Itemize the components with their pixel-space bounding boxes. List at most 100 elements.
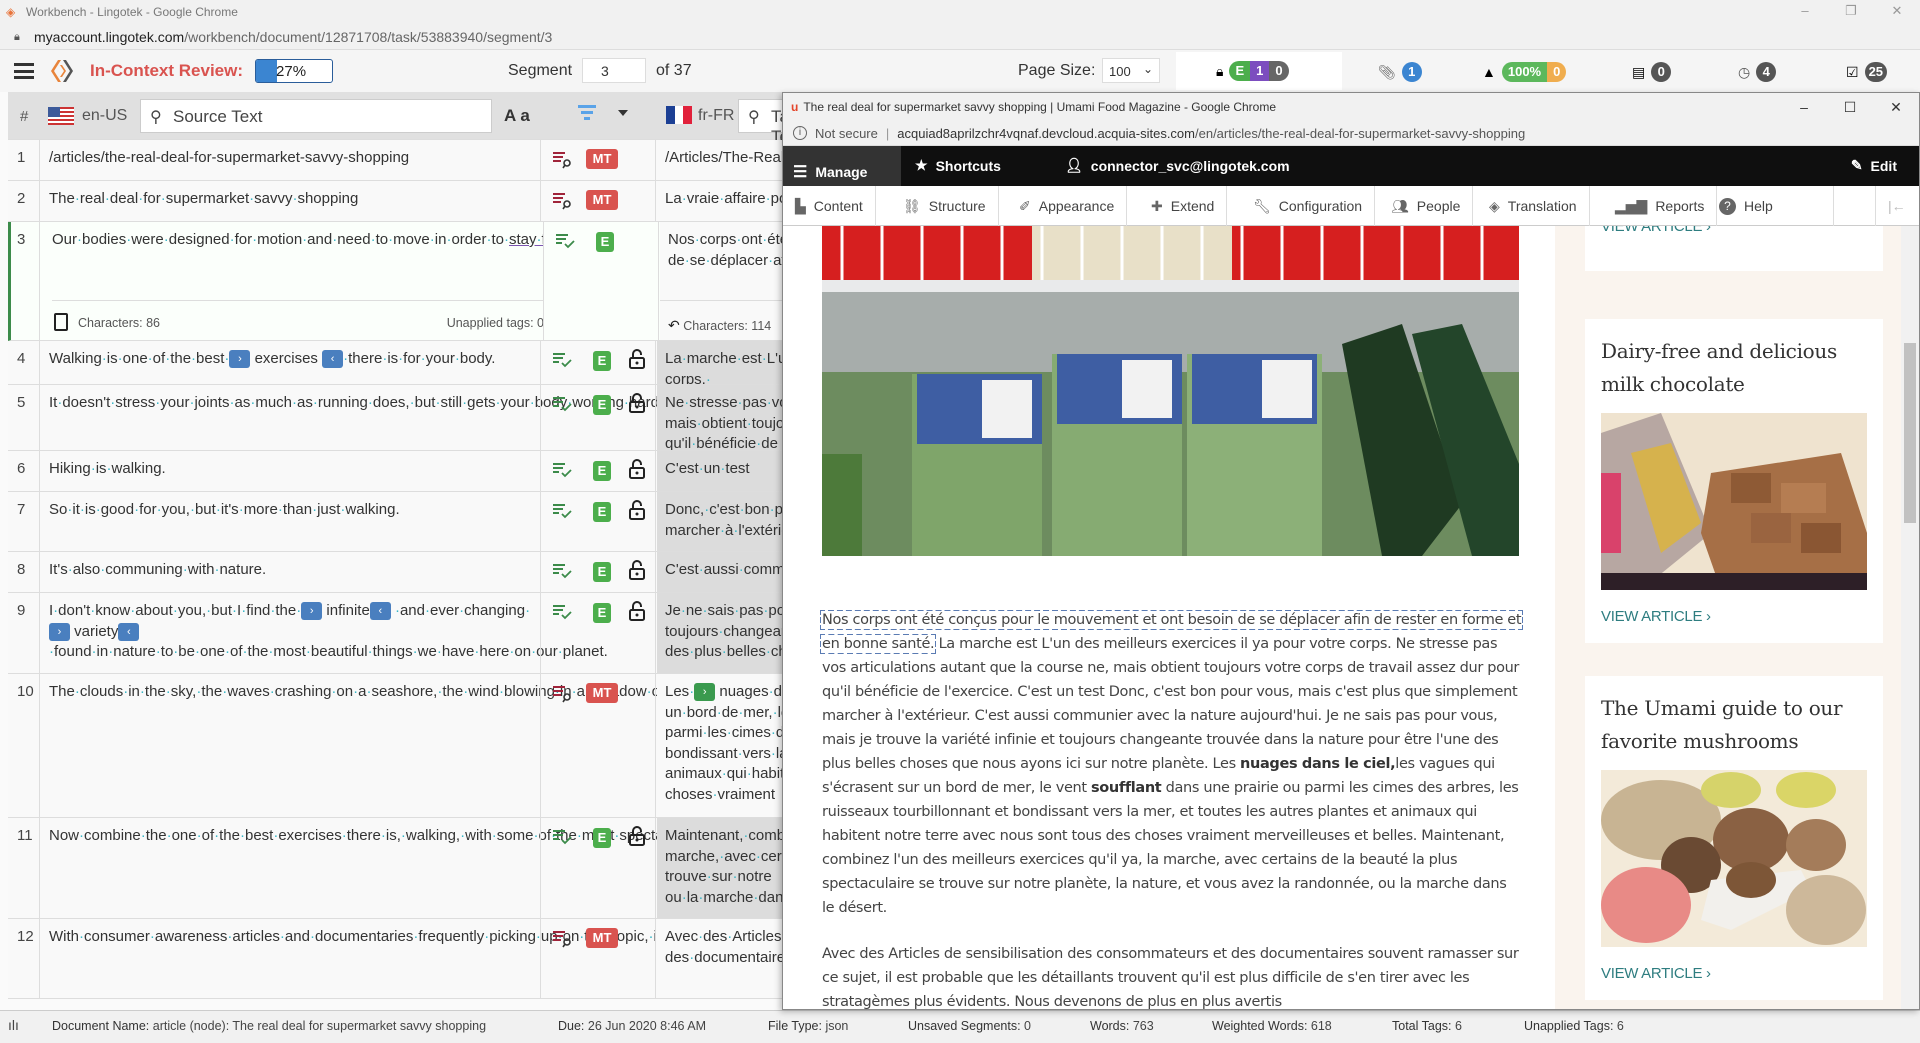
mt-review-icon[interactable] <box>553 929 573 949</box>
lock-icon[interactable] <box>629 826 645 846</box>
open-tag-icon[interactable]: › <box>301 602 323 621</box>
source-text[interactable]: The·clouds·in·the·sky,·the·waves·crashin… <box>49 682 782 703</box>
card-title[interactable]: The Umami guide to our favorite mushroom… <box>1585 676 1883 758</box>
qa-stat[interactable]: ▲ 100% 0 <box>1482 62 1567 82</box>
target-text[interactable]: C'est·un·test <box>657 451 782 491</box>
table-row[interactable]: 5 It·doesn't·stress·your·joints·as·much·… <box>8 385 782 451</box>
target-text[interactable]: Avec·des·Articles·dedes·documentaires <box>657 919 782 998</box>
filter-dropdown-caret-icon[interactable] <box>618 110 628 116</box>
preview-maximize-button[interactable]: ☐ <box>1827 93 1873 121</box>
source-text[interactable]: With·consumer·awareness·articles·and·doc… <box>49 927 782 948</box>
scrollbar-thumb[interactable] <box>1904 343 1916 523</box>
manage-button[interactable]: ☰ Manage <box>783 146 901 186</box>
address-bar[interactable]: 🔒︎ myaccount.lingotek.com/workbench/docu… <box>0 24 1920 50</box>
tasks-stat[interactable]: ☑ 25 <box>1846 62 1888 82</box>
source-search-input[interactable]: ⚲ Source Text <box>140 99 492 133</box>
table-row[interactable]: 2 The·real·deal·for·supermarket·savvy·sh… <box>8 181 782 222</box>
source-text[interactable]: It·doesn't·stress·your·joints·as·much·as… <box>49 393 782 414</box>
target-text[interactable]: Donc,·c'est·bon·pour marcher·à·l'extérieu… <box>657 492 782 551</box>
table-row[interactable]: 9 I·don't·know·about·you,·but·I·find·the… <box>8 593 782 674</box>
reviewed-check-icon[interactable] <box>553 502 573 522</box>
lock-icon[interactable] <box>629 393 645 413</box>
table-row[interactable]: 10 The·clouds·in·the·sky,·the·waves·cras… <box>8 674 782 818</box>
target-text[interactable]: Maintenant,·combinez marche,·avec·certain… <box>657 818 782 918</box>
tray-structure[interactable]: ⛓︎ Structure <box>891 186 999 226</box>
table-row[interactable]: 6 Hiking·is·walking. E C'est·un·test <box>8 451 782 492</box>
mt-review-icon[interactable] <box>553 150 573 170</box>
tray-content[interactable]: ▙ Content <box>783 186 876 226</box>
source-text[interactable]: Walking·is·one·of·the·best· › exercises ‹… <box>49 349 541 370</box>
attachments-stat[interactable]: 📎︎ 1 <box>1378 62 1422 82</box>
tray-extend[interactable]: ✚ Extend <box>1139 186 1228 226</box>
source-text[interactable]: So·it·is·good·for·you,·but·it's·more·tha… <box>49 500 541 521</box>
target-text[interactable]: Les·› nuages·dans un·bord·de·mer,·le parmi… <box>657 674 782 817</box>
mt-review-icon[interactable] <box>553 684 573 704</box>
mushrooms-image[interactable] <box>1601 770 1867 947</box>
reviewed-check-icon[interactable] <box>553 562 573 582</box>
page-size-select[interactable]: 100 ⌄ <box>1102 58 1160 83</box>
history-stat[interactable]: ◷ 4 <box>1738 62 1777 82</box>
reviewed-check-icon[interactable] <box>556 232 576 252</box>
preview-close-button[interactable]: ✕ <box>1873 93 1919 121</box>
shortcuts-button[interactable]: ★ Shortcuts <box>915 157 1001 174</box>
tray-configuration[interactable]: 🔧︎ Configuration <box>1241 186 1376 226</box>
user-button[interactable]: 👤︎ connector_svc@lingotek.com <box>1065 157 1290 174</box>
source-text[interactable]: Our·bodies·were·designed·for·motion·and·… <box>52 230 640 251</box>
open-tag-icon[interactable]: › <box>694 683 716 702</box>
table-row[interactable]: 11 Now·combine·the·one·of·the·best·exerc… <box>8 818 782 919</box>
view-article-link[interactable]: VIEW ARTICLE › <box>1585 947 1883 1000</box>
edit-button[interactable]: ✎ Edit <box>1851 157 1897 174</box>
lock-icon[interactable] <box>629 560 645 580</box>
table-row[interactable]: 4 Walking·is·one·of·the·best· › exercises… <box>8 341 782 385</box>
reviewed-check-icon[interactable] <box>553 351 573 371</box>
target-text[interactable]: La·marche·est·L'un corps.· <box>657 341 782 384</box>
open-tag-icon[interactable]: › <box>229 350 251 369</box>
source-text[interactable]: Hiking·is·walking. <box>49 459 541 480</box>
filter-icon[interactable] <box>578 105 596 121</box>
table-row[interactable]: 7 So·it·is·good·for·you,·but·it's·more·t… <box>8 492 782 552</box>
target-text[interactable]: Ne·stresse·pas·vos mais·obtient·toujours q… <box>657 385 782 450</box>
tray-orientation-toggle[interactable]: |← <box>1875 186 1918 226</box>
target-text[interactable]: La·vraie·affaire·pour <box>657 181 782 221</box>
undo-icon[interactable]: ↶ <box>668 317 680 333</box>
lock-stats[interactable]: 🔒︎ E10 <box>1176 52 1342 90</box>
reviewed-check-icon[interactable] <box>553 828 573 848</box>
target-text[interactable]: Nos·corps·ont·été de·se·déplacer·afin ↶ C… <box>660 222 782 340</box>
reviewed-check-icon[interactable] <box>553 603 573 623</box>
close-window-button[interactable]: ✕ <box>1874 0 1920 24</box>
view-article-link[interactable]: VIEW ARTICLE › <box>1585 590 1883 643</box>
view-article-link[interactable]: VIEW ARTICLE › <box>1585 226 1883 253</box>
preview-scrollbar[interactable] <box>1901 226 1919 1009</box>
lock-icon[interactable] <box>629 500 645 520</box>
tray-people[interactable]: 👥︎ People <box>1379 186 1474 226</box>
table-row-active[interactable]: 3 Our·bodies·were·designed·for·motion·an… <box>8 222 782 341</box>
match-case-toggle[interactable]: A a <box>504 106 530 126</box>
reviewed-check-icon[interactable] <box>553 461 573 481</box>
copy-source-icon[interactable] <box>54 313 68 331</box>
target-text[interactable]: Je·ne·sais·pas·pour toujours·changeante de… <box>657 593 782 673</box>
lock-icon[interactable] <box>629 601 645 621</box>
tray-appearance[interactable]: ✐ Appearance <box>1007 186 1128 226</box>
comments-stat[interactable]: ▤ 0 <box>1632 62 1672 82</box>
source-text[interactable]: It's·also·communing·with·nature. <box>49 560 541 581</box>
table-row[interactable]: 8 It's·also·communing·with·nature. E C'e… <box>8 552 782 593</box>
lock-icon[interactable] <box>629 349 645 369</box>
chocolate-image[interactable] <box>1601 413 1867 590</box>
mt-review-icon[interactable] <box>553 191 573 211</box>
stats-chart-icon[interactable]: ılı <box>8 1017 19 1033</box>
open-tag-icon[interactable]: › <box>49 622 70 641</box>
close-tag-icon[interactable]: ‹ <box>369 602 391 621</box>
minimize-button[interactable]: – <box>1782 0 1828 24</box>
tray-help[interactable]: ? Help <box>1707 186 1834 226</box>
source-text[interactable]: I·don't·know·about·you,·but·I·find·the· ›… <box>49 601 608 663</box>
table-row[interactable]: 12 With·consumer·awareness·articles·and·… <box>8 919 782 999</box>
restore-button[interactable]: ❐ <box>1828 0 1874 24</box>
lock-icon[interactable] <box>629 459 645 479</box>
close-tag-icon[interactable]: ‹ <box>322 350 344 369</box>
target-text[interactable]: C'est·aussi·communier <box>657 552 782 592</box>
target-search-input[interactable]: ⚲Target Text <box>738 99 782 146</box>
tray-translation[interactable]: ◈ Translation <box>1477 186 1590 226</box>
reviewed-check-icon[interactable] <box>553 395 573 415</box>
target-text[interactable]: /Articles/The-Real-Deal <box>657 140 782 180</box>
segment-number-input[interactable]: 3 <box>582 58 646 83</box>
